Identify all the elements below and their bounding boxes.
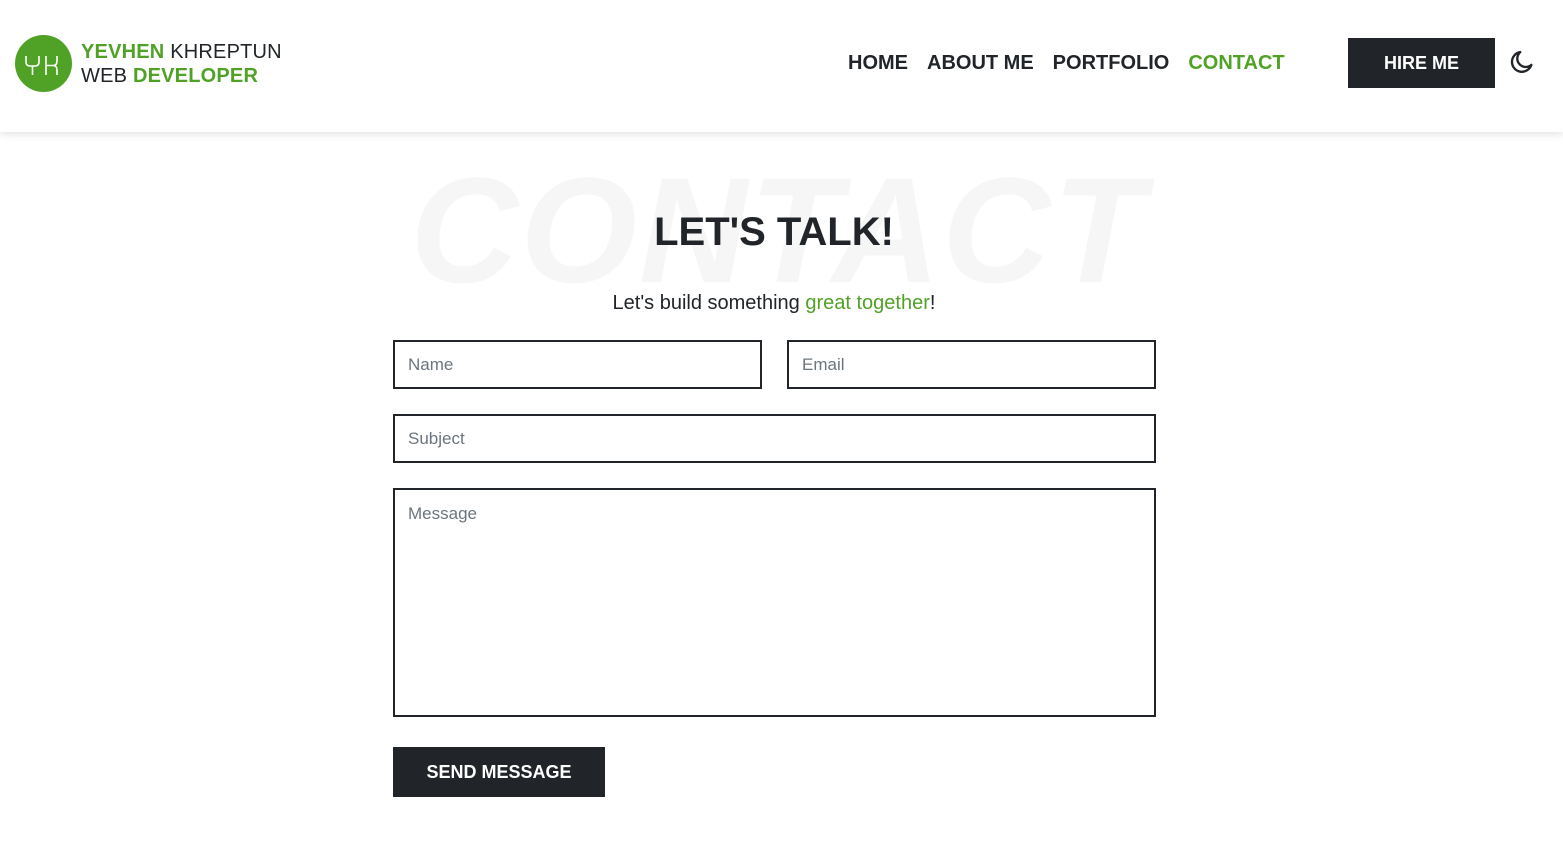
brand-first-name: YEVHEN	[81, 41, 165, 63]
section-title: LET'S TALK!	[654, 210, 894, 254]
main-nav: HOME ABOUT ME PORTFOLIO CONTACT	[848, 51, 1304, 75]
theme-toggle-button[interactable]	[1508, 48, 1536, 76]
brand-role: WEB DEVELOPER	[81, 64, 282, 88]
brand-text: YEVHEN KHREPTUN WEB DEVELOPER	[81, 40, 282, 88]
brand-name: YEVHEN KHREPTUN	[81, 40, 282, 64]
name-field[interactable]	[393, 340, 762, 389]
brand-last-name: KHREPTUN	[170, 41, 282, 63]
brand-role-prefix: WEB	[81, 65, 128, 87]
yk-monogram-icon	[25, 56, 58, 75]
nav-item-about-me[interactable]: ABOUT ME	[927, 51, 1034, 75]
section-subtitle: Let's build something great together!	[0, 291, 1548, 315]
subtitle-end: !	[929, 292, 936, 314]
subtitle-highlight: great together	[805, 292, 930, 314]
subtitle-start: Let's build something	[612, 292, 806, 314]
nav-item-home[interactable]: HOME	[848, 51, 908, 75]
subject-field[interactable]	[393, 414, 1156, 463]
email-field[interactable]	[787, 340, 1156, 389]
nav-item-portfolio[interactable]: PORTFOLIO	[1053, 51, 1170, 75]
moon-icon	[1510, 50, 1533, 73]
logo[interactable]	[15, 35, 72, 92]
nav-item-contact[interactable]: CONTACT	[1188, 51, 1284, 75]
send-message-button[interactable]: SEND MESSAGE	[393, 747, 605, 797]
site-header: YEVHEN KHREPTUN WEB DEVELOPER HOME ABOUT…	[0, 0, 1563, 132]
message-field[interactable]	[393, 488, 1156, 717]
hire-me-button[interactable]: HIRE ME	[1348, 38, 1495, 88]
brand-role-title: DEVELOPER	[132, 65, 259, 87]
